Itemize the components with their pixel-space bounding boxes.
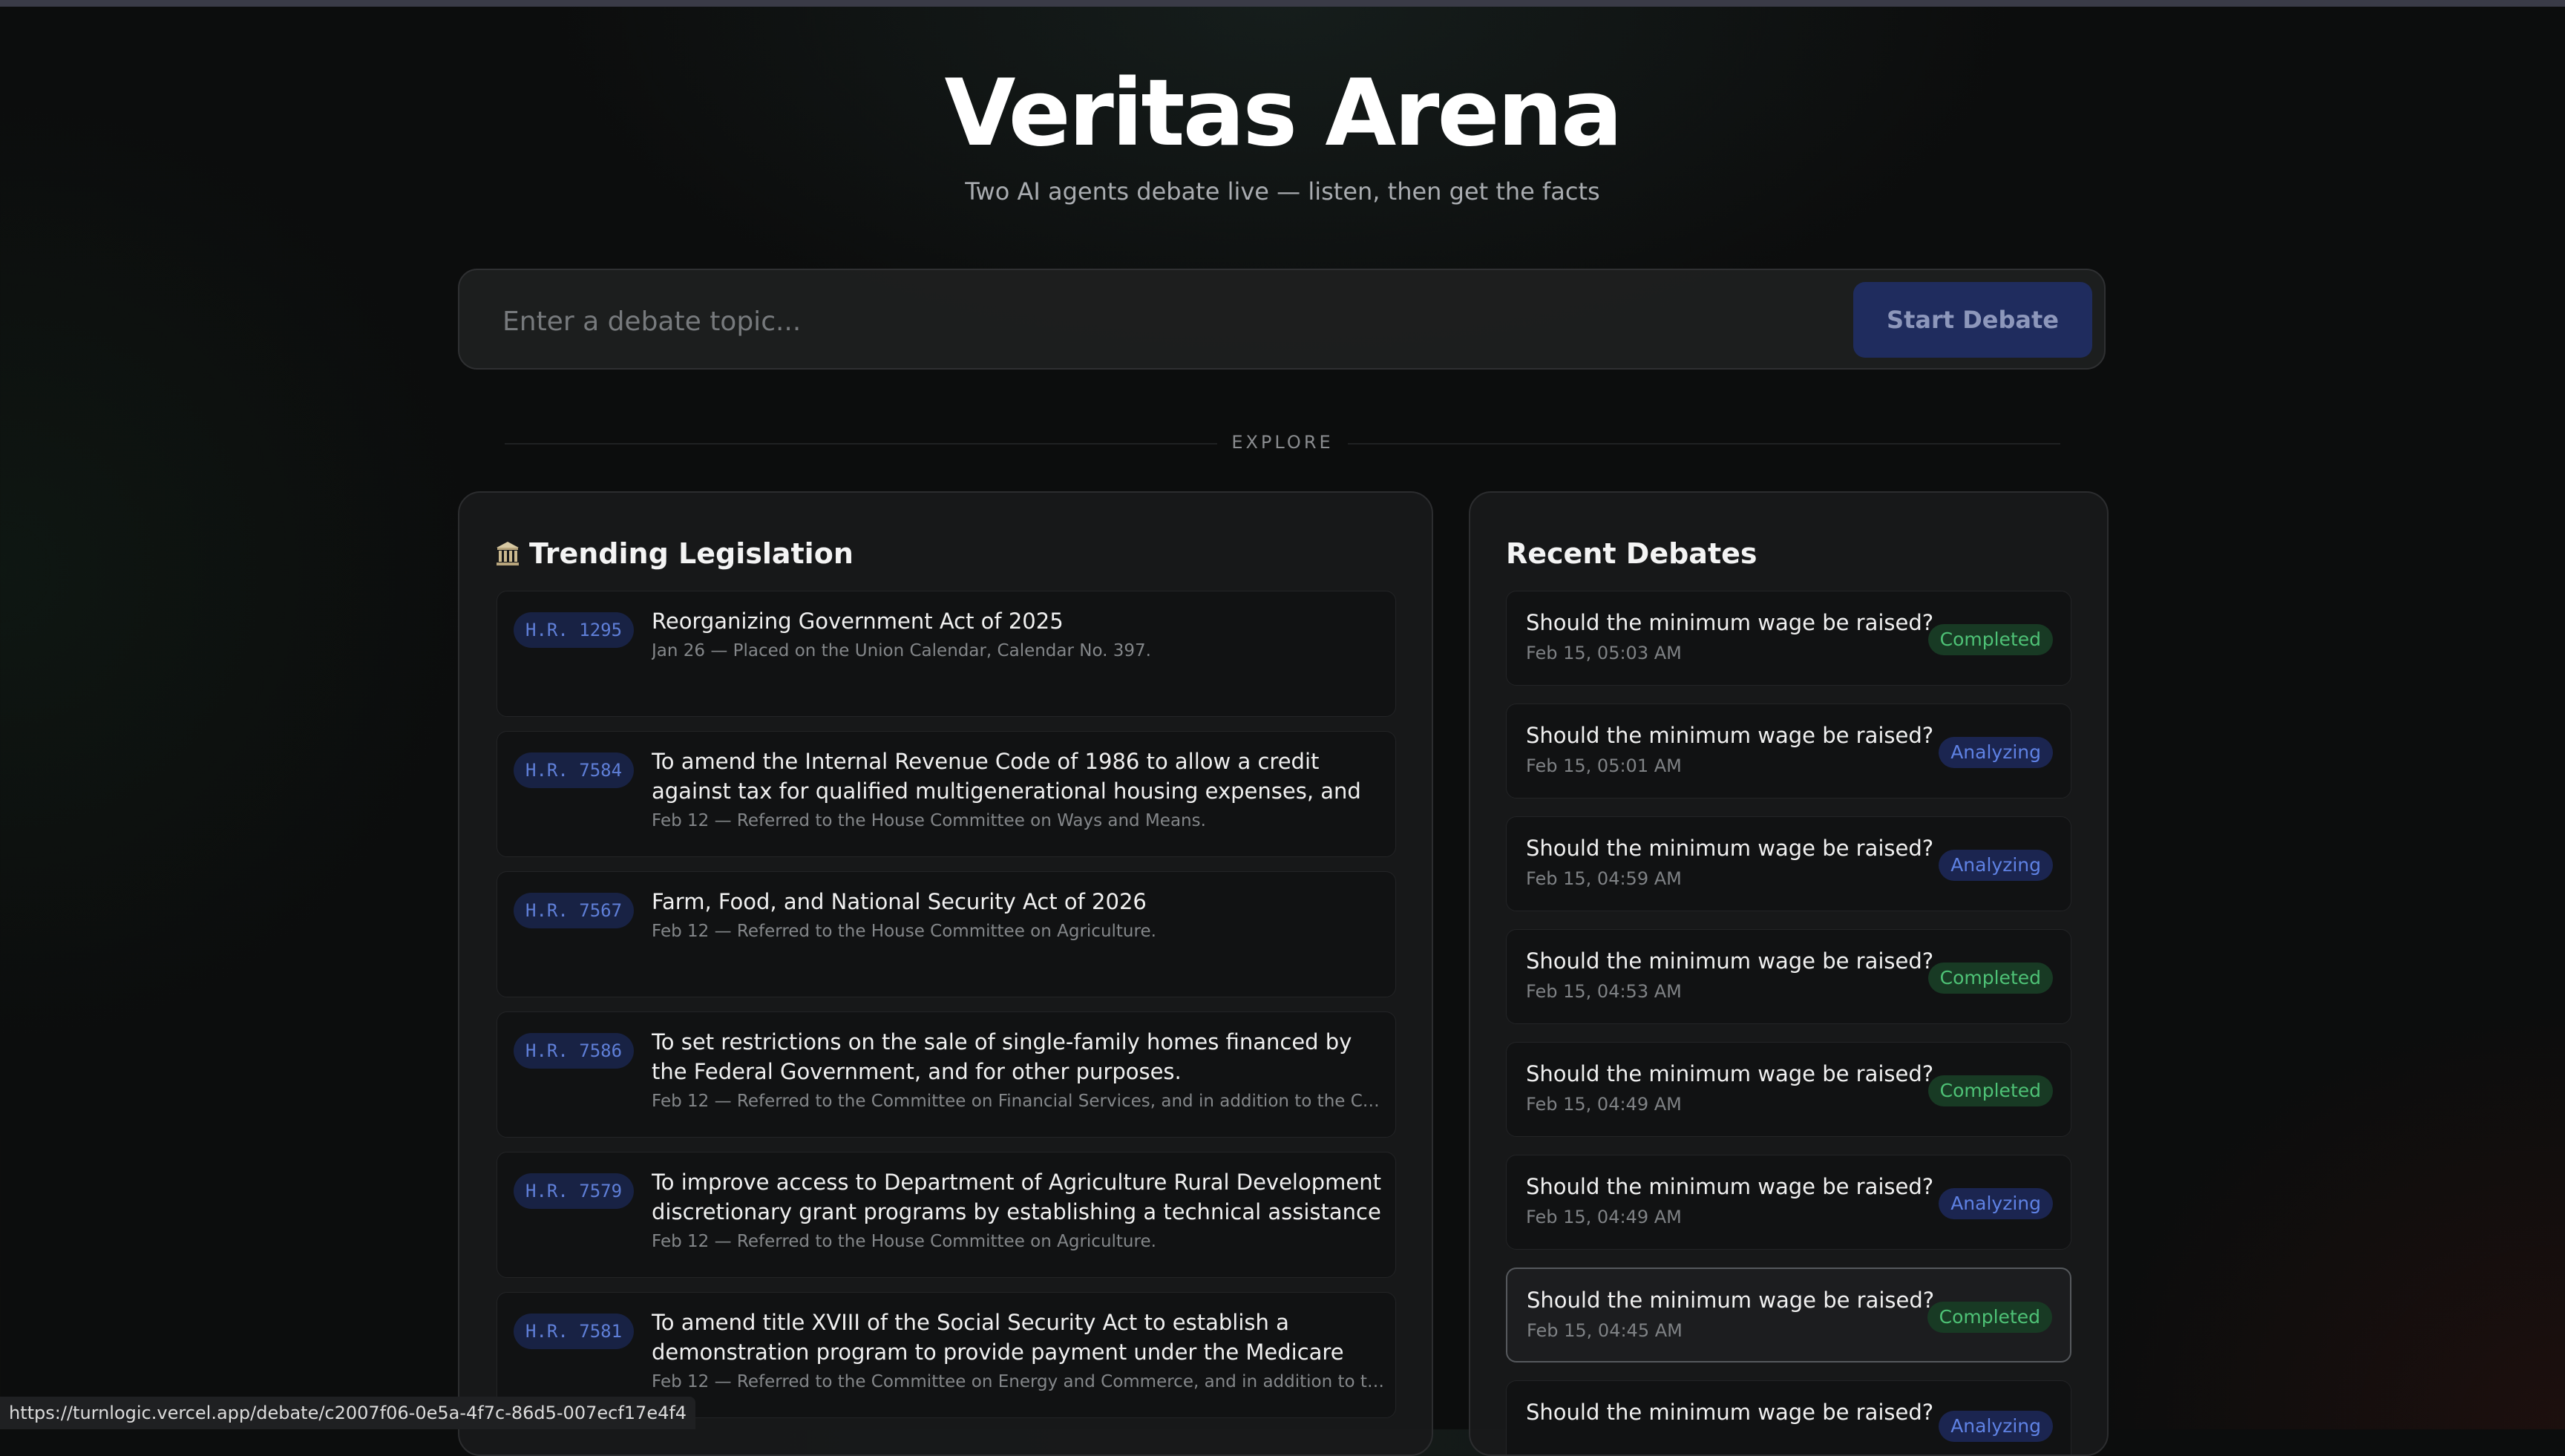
bill-meta: Feb 12 — Referred to the House Committee… (652, 922, 1156, 941)
bill-number-badge: H.R. 7584 (514, 752, 635, 788)
legislation-item[interactable]: H.R. 7584 To amend the Internal Revenue … (497, 731, 1396, 857)
debate-item[interactable]: Should the minimum wage be raised? Feb 1… (1506, 929, 2071, 1024)
bill-title: Farm, Food, and National Security Act of… (652, 889, 1147, 914)
recent-debates-title: Recent Debates (1506, 537, 1758, 570)
debate-item[interactable]: Should the minimum wage be raised? Feb 1… (1506, 1042, 2071, 1137)
debate-item[interactable]: Should the minimum wage be raised? Feb 1… (1506, 816, 2071, 911)
debate-topic-form: Start Debate (458, 269, 2106, 370)
debate-topic: Should the minimum wage be raised? (1526, 1400, 1934, 1425)
debate-item[interactable]: Should the minimum wage be raised? Feb 1… (1506, 1155, 2071, 1250)
debate-time: Feb 15, 04:49 AM (1526, 1207, 1682, 1227)
bill-title: To improve access to Department of Agric… (652, 1170, 1381, 1224)
debate-topic: Should the minimum wage be raised? (1526, 948, 1934, 974)
bill-meta: Feb 12 — Referred to the Committee on En… (652, 1372, 1386, 1391)
debate-time: Feb 15, 04:53 AM (1526, 981, 1682, 1002)
legislation-item[interactable]: H.R. 7567 Farm, Food, and National Secur… (497, 871, 1396, 997)
debate-topic: Should the minimum wage be raised? (1527, 1288, 1935, 1313)
debate-topic: Should the minimum wage be raised? (1526, 1061, 1934, 1086)
bill-meta: Feb 12 — Referred to the House Committee… (652, 811, 1206, 830)
debate-item[interactable]: Should the minimum wage be raised? Feb 1… (1506, 704, 2071, 798)
bill-meta: Feb 12 — Referred to the Committee on Fi… (652, 1092, 1386, 1111)
debate-topic: Should the minimum wage be raised? (1526, 610, 1934, 635)
bill-meta: Jan 26 — Placed on the Union Calendar, C… (652, 641, 1151, 660)
debate-item[interactable]: Should the minimum wage be raised? Feb 1… (1506, 591, 2071, 686)
status-badge: Analyzing (1939, 1188, 2053, 1219)
status-badge: Completed (1927, 963, 2053, 994)
status-badge: Analyzing (1939, 1411, 2053, 1442)
bank-building-icon (497, 542, 519, 565)
debate-time: Feb 15, 04:45 AM (1527, 1320, 1683, 1341)
debate-time: Feb 15, 05:01 AM (1526, 755, 1682, 776)
debate-topic: Should the minimum wage be raised? (1526, 836, 1934, 861)
bill-title: To amend the Internal Revenue Code of 19… (652, 749, 1361, 804)
status-badge: Completed (1927, 1075, 2053, 1106)
status-badge: Completed (1927, 1302, 2052, 1333)
bill-number-badge: H.R. 7567 (514, 893, 635, 928)
status-badge: Completed (1927, 624, 2053, 655)
trending-legislation-card: Trending Legislation H.R. 1295 Reorganiz… (458, 491, 1433, 1456)
bill-number-badge: H.R. 7586 (514, 1033, 635, 1069)
debate-topic: Should the minimum wage be raised? (1526, 723, 1934, 748)
debate-time: Feb 15, 04:59 AM (1526, 868, 1682, 889)
status-badge: Analyzing (1939, 737, 2053, 768)
trending-legislation-label: Trending Legislation (529, 537, 854, 570)
debate-topic-input[interactable] (501, 292, 2048, 350)
explore-label: EXPLORE (1231, 432, 1334, 453)
bill-meta: Feb 12 — Referred to the House Committee… (652, 1232, 1156, 1251)
debate-topic: Should the minimum wage be raised? (1526, 1174, 1934, 1199)
page-subtitle: Two AI agents debate live — listen, then… (965, 177, 1600, 206)
legislation-item[interactable]: H.R. 7579 To improve access to Departmen… (497, 1152, 1396, 1278)
bill-title: To set restrictions on the sale of singl… (652, 1029, 1352, 1084)
bill-title: Reorganizing Government Act of 2025 (652, 609, 1064, 634)
legislation-item[interactable]: H.R. 7586 To set restrictions on the sal… (497, 1011, 1396, 1138)
debate-time: Feb 15, 04:49 AM (1526, 1094, 1682, 1115)
trending-legislation-title: Trending Legislation (495, 533, 854, 574)
debate-time: Feb 15, 05:03 AM (1526, 643, 1682, 663)
debate-item-hovered[interactable]: Should the minimum wage be raised? Feb 1… (1506, 1268, 2071, 1362)
bill-title: To amend title XVIII of the Social Secur… (652, 1310, 1344, 1365)
status-badge: Analyzing (1939, 850, 2053, 881)
recent-debates-card: Recent Debates Should the minimum wage b… (1469, 491, 2109, 1456)
debate-item[interactable]: Should the minimum wage be raised? Analy… (1506, 1380, 2071, 1455)
legislation-item[interactable]: H.R. 1295 Reorganizing Government Act of… (497, 591, 1396, 717)
page-title: Veritas Arena (944, 60, 1622, 167)
link-preview-status-bar: https://turnlogic.vercel.app/debate/c200… (0, 1397, 696, 1429)
bill-number-badge: H.R. 7581 (514, 1314, 635, 1349)
browser-top-bar (0, 0, 2565, 7)
bill-number-badge: H.R. 7579 (514, 1173, 635, 1209)
bill-number-badge: H.R. 1295 (514, 612, 635, 648)
start-debate-button[interactable]: Start Debate (1853, 282, 2092, 358)
